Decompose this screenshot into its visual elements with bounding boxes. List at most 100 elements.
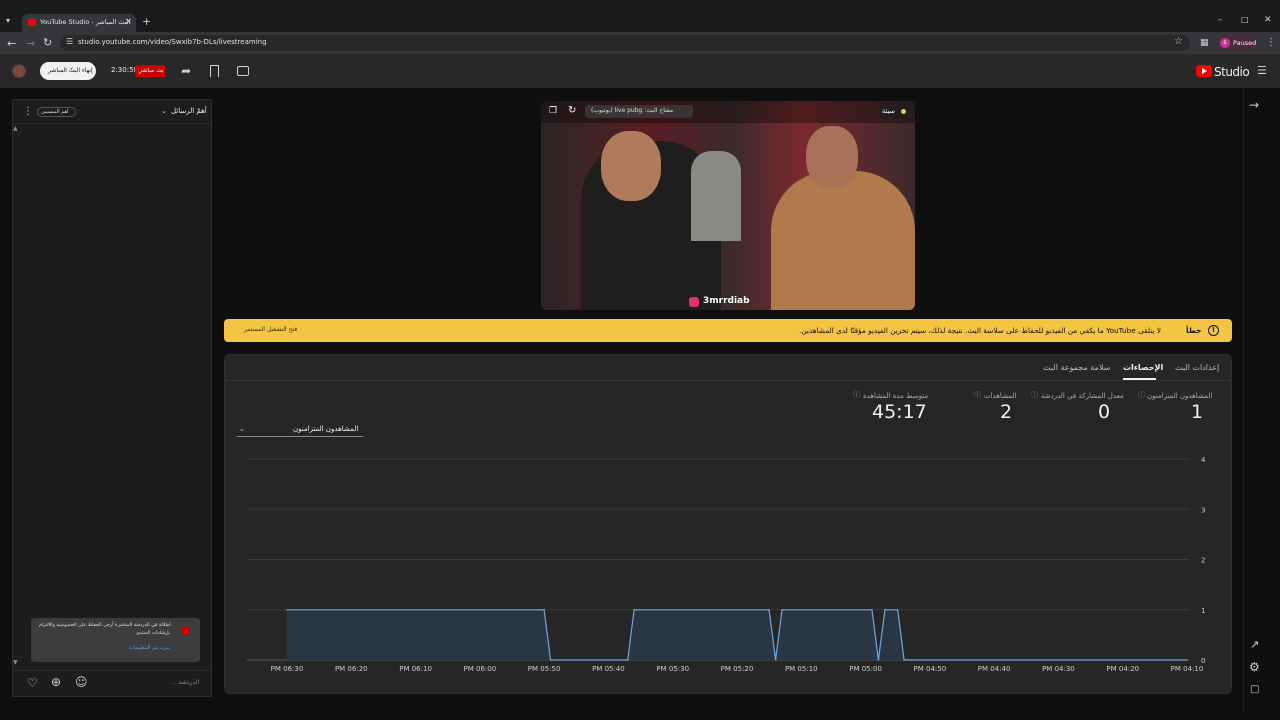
stream-key-dropdown[interactable]: مفتاح البث: live pubg (يوتيوب) [585,105,693,118]
x-tick-label: PM 05:40 [592,665,625,673]
feedback-icon[interactable]: □ [1250,685,1259,695]
address-bar[interactable]: ☰ studio.youtube.com/video/Swxib7b-DLs/l… [60,35,1190,51]
chat-notice-link[interactable]: مزيد من المعلومات [129,646,169,651]
video-preview[interactable]: ❐ ↻ مفتاح البث: live pubg (يوتيوب) سيئة … [541,101,915,310]
scroll-up-icon[interactable]: ▲ [13,126,18,132]
bookmark-star-icon[interactable]: ☆ [1174,37,1183,47]
back-icon[interactable]: ← [7,38,16,49]
health-dot-icon [901,109,906,114]
stream-timer: 2:30:58 [111,66,138,74]
person-right-figure [771,171,915,310]
open-continuous-button[interactable]: فتح التشغيل المستمر [244,327,297,333]
minimize-icon[interactable]: – [1218,16,1223,25]
data-point [1186,659,1188,661]
warning-message: لا يتلقى YouTube ما يكفي من الفيديو للحف… [799,326,1161,335]
data-point [286,608,288,611]
browser-tab-bar: ▾ YouTube Studio - البث المباشر ✕ + – □ … [0,0,1280,32]
members-chip[interactable]: أهم المنسيين [37,107,76,117]
emoji-icon[interactable]: ☺ [75,676,88,688]
browser-menu-icon[interactable]: ⋮ [1266,38,1276,48]
clapper-icon[interactable] [237,66,249,76]
data-point [896,608,899,611]
chat-mode-dropdown[interactable]: أهمّ الرسائل [171,108,207,115]
metric-avg-watch-value: 45:17 [872,401,927,423]
studio-header: إنهاء البثّ المباشر 2:30:58 بث مباشر ➦ S… [0,54,1280,88]
y-tick-label: 3 [1201,506,1205,514]
chat-more-icon[interactable]: ⋮ [23,107,33,117]
chart-metric-label: المشاهدون المتزامنون [293,425,359,433]
live-chat-panel: ⋮ أهم المنسيين أهمّ الرسائل ⌄ ▲ ▼ ♡ ⊕ ☺ … [12,99,212,697]
refresh-icon[interactable]: ↻ [568,106,576,116]
child-figure [691,151,741,241]
info-icon[interactable]: ⓘ [1031,392,1038,399]
chat-input-bar: ♡ ⊕ ☺ الدردشة... [13,670,211,696]
add-icon[interactable]: ⊕ [51,676,61,688]
metric-views-label: المشاهدات [984,392,1017,400]
forward-icon[interactable]: → [26,38,35,49]
metric-avg-watch-label: متوسط مدة المشاهدة [863,392,929,400]
browser-tab[interactable]: YouTube Studio - البث المباشر ✕ [22,14,136,32]
chat-notice-text-2: بإرشادات المنتدى [136,631,171,636]
share-icon[interactable]: ➦ [181,65,191,77]
youtube-tab-icon [28,19,36,26]
stream-health-label: سيئة [882,107,895,115]
gear-icon[interactable]: ⚙ [1249,661,1260,673]
new-tab-icon[interactable]: + [142,16,151,27]
data-point [543,608,545,611]
chat-notice: اطلالة في الدردشة المباشرة أرجى الحفاظ ع… [31,618,200,662]
analytics-panel: إعدادات البث الإحصاءات سلامة مجموعة البث… [224,354,1232,694]
profile-button[interactable]: s Paused [1217,36,1257,50]
x-tick-label: PM 04:30 [1042,665,1075,673]
warning-prefix: خطأ [1186,326,1202,335]
live-badge-label: بث مباشر [139,67,164,74]
data-point [781,608,783,611]
end-stream-button[interactable]: إنهاء البثّ المباشر [40,62,96,80]
video-watermark: 3mrrdiab [703,296,750,306]
reload-icon[interactable]: ↻ [43,37,52,48]
expand-panel-icon[interactable]: → [1249,99,1259,111]
chat-notice-text-1: اطلالة في الدردشة المباشرة أرجى الحفاظ ع… [39,623,171,628]
tab-list-icon[interactable]: ▾ [6,17,10,25]
tab-stream-settings[interactable]: إعدادات البث [1175,363,1219,372]
hamburger-menu-icon[interactable]: ☰ [1257,65,1267,76]
info-icon[interactable]: ⓘ [1138,392,1145,399]
metric-chat-rate-label: معدل المشاركة في الدردشة [1041,392,1124,400]
live-badge: بث مباشر [135,65,165,77]
series-area [287,609,1187,660]
heart-icon[interactable]: ♡ [27,677,38,689]
close-tab-icon[interactable]: ✕ [125,18,132,26]
x-tick-label: PM 05:10 [785,665,818,673]
chart-metric-selector[interactable]: المشاهدون المتزامنون ⌄ [237,423,363,437]
data-point [877,659,880,661]
popout-icon[interactable]: ↗ [1250,639,1259,650]
data-point [633,608,635,611]
tab-analytics[interactable]: الإحصاءات [1123,363,1163,372]
scroll-down-icon[interactable]: ▼ [13,660,18,666]
copy-icon[interactable]: ❐ [549,107,557,116]
close-window-icon[interactable]: ✕ [1264,16,1272,25]
extensions-icon[interactable]: ▦ [1200,39,1209,48]
x-tick-label: PM 06:10 [399,665,432,673]
metric-chat-rate-value: 0 [1098,401,1111,423]
chevron-down-icon[interactable]: ⌄ [161,108,167,115]
bookmark-icon[interactable] [210,65,219,77]
tab-stream-health[interactable]: سلامة مجموعة البث [1043,363,1110,372]
site-info-icon[interactable]: ☰ [66,38,73,46]
info-icon[interactable]: ⓘ [853,392,860,399]
chat-header: ⋮ أهم المنسيين أهمّ الرسائل ⌄ [13,100,211,124]
chat-input[interactable]: الدردشة... [173,680,199,686]
channel-avatar[interactable] [12,64,26,78]
data-point [871,608,873,611]
data-point [768,608,770,611]
info-icon[interactable]: ⓘ [974,392,981,399]
instagram-icon [689,297,699,307]
studio-logo-text: Studio [1214,65,1250,79]
tab-title: YouTube Studio - البث المباشر [40,18,131,26]
x-tick-label: PM 04:10 [1171,665,1204,673]
metric-views-value: 2 [1000,401,1013,423]
x-tick-label: PM 05:00 [849,665,882,673]
x-tick-label: PM 06:00 [464,665,497,673]
x-tick-label: PM 05:20 [721,665,754,673]
maximize-icon[interactable]: □ [1241,16,1249,24]
end-stream-label: إنهاء البثّ المباشر [48,67,93,74]
